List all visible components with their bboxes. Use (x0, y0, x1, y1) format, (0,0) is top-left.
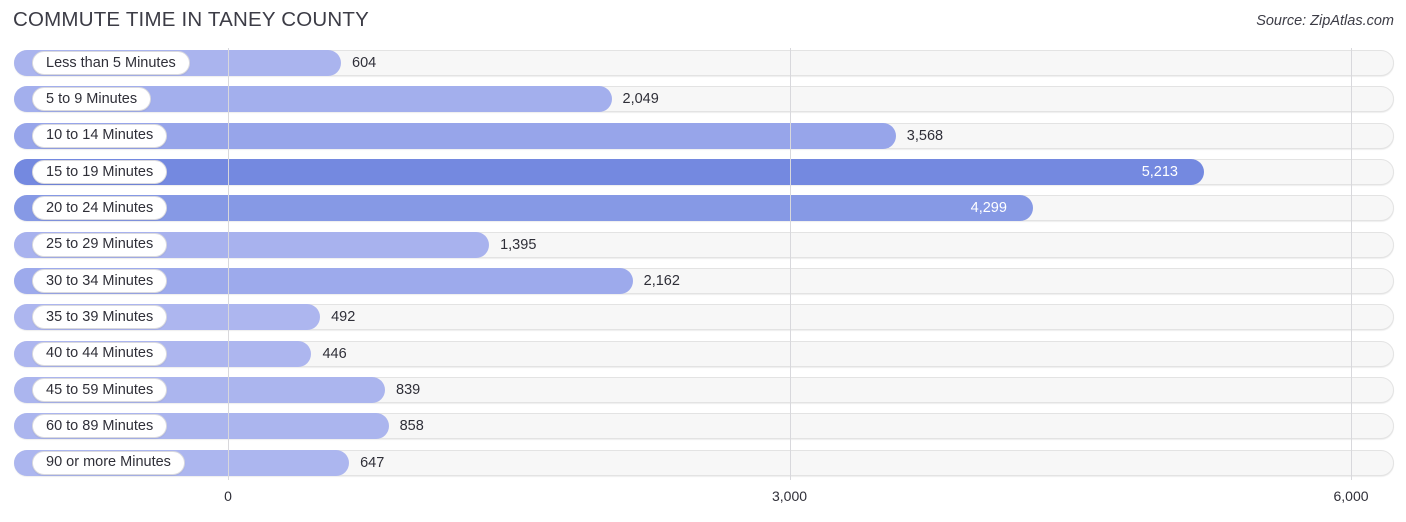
bar-category-label: 15 to 19 Minutes (46, 163, 154, 180)
bar-value-label: 2,162 (643, 272, 680, 289)
bar-category-label: 5 to 9 Minutes (46, 91, 138, 108)
bar-value-label: 4,299 (970, 200, 1007, 217)
table-row[interactable]: 40 to 44 Minutes 446 (14, 340, 1394, 367)
bar-value-label: 858 (399, 418, 424, 435)
bar-category-label: 60 to 89 Minutes (46, 418, 154, 435)
x-axis-tick-label: 6,000 (1333, 488, 1369, 504)
table-row[interactable]: 10 to 14 Minutes 3,568 (14, 122, 1394, 149)
bar-label-pill: 40 to 44 Minutes (32, 341, 168, 366)
table-row[interactable]: 15 to 19 Minutes 5,213 (14, 158, 1394, 185)
bar-value-label: 2,049 (622, 91, 659, 108)
bar-label-pill: 15 to 19 Minutes (32, 159, 168, 184)
bar-value-label: 604 (352, 55, 377, 71)
bar-value-label: 3,568 (906, 127, 944, 144)
bar-value-label: 492 (331, 309, 356, 326)
page-title: COMMUTE TIME IN TANEY COUNTY (13, 8, 370, 31)
table-row[interactable]: 35 to 39 Minutes 492 (14, 304, 1394, 331)
bar-label-pill: 60 to 89 Minutes (32, 414, 168, 439)
bar-category-label: 25 to 29 Minutes (46, 236, 154, 253)
bar-category-label: 45 to 59 Minutes (46, 381, 154, 398)
bar-category-label: 40 to 44 Minutes (46, 345, 154, 362)
bar-category-label: 20 to 24 Minutes (46, 200, 154, 217)
bar-label-pill: 20 to 24 Minutes (32, 196, 168, 221)
bar-label-pill: 90 or more Minutes (32, 450, 185, 475)
bar-label-pill: 25 to 29 Minutes (32, 232, 168, 257)
x-axis-tick-label: 3,000 (771, 488, 808, 504)
bar-value-label: 839 (396, 381, 421, 398)
table-row[interactable]: 60 to 89 Minutes 858 (14, 413, 1394, 440)
chart-header: COMMUTE TIME IN TANEY COUNTY Source: Zip… (0, 0, 1406, 44)
bar-fill[interactable] (14, 158, 1204, 185)
bar-value-label: 5,213 (1141, 163, 1178, 180)
bar-category-label: 90 or more Minutes (46, 454, 171, 471)
bar-category-label: 35 to 39 Minutes (46, 309, 154, 326)
bar-label-pill: 30 to 34 Minutes (32, 268, 168, 293)
table-row[interactable]: Less than 5 Minutes 604 (14, 50, 1394, 76)
bar-value-label: 1,395 (500, 236, 537, 253)
table-row[interactable]: 5 to 9 Minutes 2,049 (14, 86, 1394, 113)
bar-category-label: 30 to 34 Minutes (46, 272, 154, 289)
bar-category-label: 10 to 14 Minutes (46, 127, 154, 144)
bar-rows: Less than 5 Minutes 604 5 to 9 Minutes 2,04… (0, 44, 1406, 484)
bar-category-label: Less than 5 Minutes (46, 54, 176, 71)
chart-plot-area: Less than 5 Minutes 604 5 to 9 Minutes 2,04… (0, 44, 1406, 484)
bar-label-pill: 45 to 59 Minutes (32, 377, 168, 402)
bar-label-pill: 5 to 9 Minutes (32, 87, 152, 112)
bar-value-label: 446 (322, 345, 347, 362)
bar-label-pill: 35 to 39 Minutes (32, 305, 168, 330)
table-row[interactable]: 20 to 24 Minutes 4,299 (14, 195, 1394, 222)
bar-label-pill: Less than 5 Minutes (32, 51, 190, 75)
x-axis-tick-label: 0 (224, 488, 232, 504)
bar-value-label: 647 (360, 454, 385, 471)
bar-label-pill: 10 to 14 Minutes (32, 123, 168, 148)
x-axis: 0 3,000 6,000 (0, 484, 1406, 522)
table-row[interactable]: 90 or more Minutes 647 (14, 449, 1394, 476)
source-attribution: Source: ZipAtlas.com (1256, 13, 1394, 29)
table-row[interactable]: 30 to 34 Minutes 2,162 (14, 267, 1394, 294)
table-row[interactable]: 45 to 59 Minutes 839 (14, 376, 1394, 403)
table-row[interactable]: 25 to 29 Minutes 1,395 (14, 231, 1394, 258)
